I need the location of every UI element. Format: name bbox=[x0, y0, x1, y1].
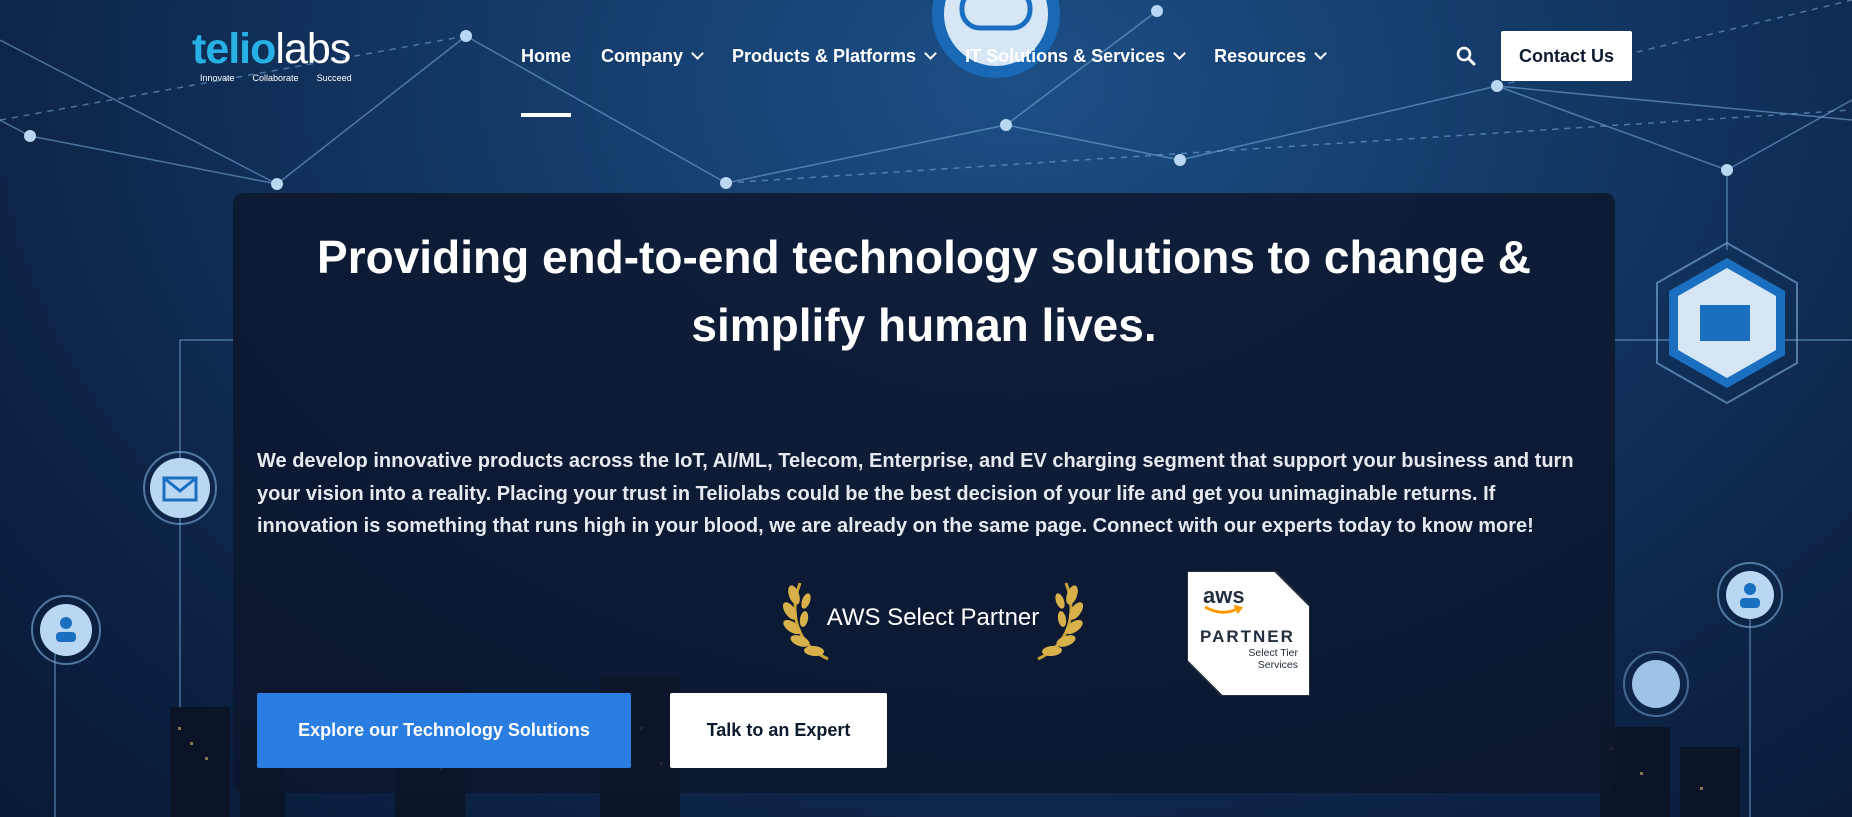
main-nav: Home Company Products & Platforms IT Sol… bbox=[521, 44, 1328, 117]
aws-tier-line2: Services bbox=[1257, 659, 1298, 671]
tagline-succeed: Succeed bbox=[316, 73, 352, 83]
aws-award-text: AWS Select Partner bbox=[826, 604, 1040, 631]
teliolabs-logo[interactable]: teliolabs Innovate Collaborate Succeed bbox=[192, 28, 382, 88]
aws-select-partner-award: AWS Select Partner bbox=[778, 573, 1088, 663]
aws-smile-icon bbox=[1204, 605, 1243, 614]
aws-tier-label: Select Tier Services bbox=[1248, 647, 1298, 671]
nav-company-label: Company bbox=[601, 45, 684, 66]
tagline-collaborate: Collaborate bbox=[252, 73, 299, 83]
hero-panel: Providing end-to-end technology solution… bbox=[233, 193, 1615, 793]
logo-tagline: Innovate Collaborate Succeed bbox=[200, 73, 382, 83]
contact-us-button[interactable]: Contact Us bbox=[1501, 31, 1632, 81]
laurel-right-icon bbox=[1037, 582, 1084, 661]
aws-tier-line1: Select Tier bbox=[1248, 647, 1298, 659]
nav-resources-label: Resources bbox=[1214, 45, 1307, 66]
nav-resources[interactable]: Resources bbox=[1214, 44, 1328, 68]
talk-to-expert-button[interactable]: Talk to an Expert bbox=[670, 693, 887, 768]
nav-company[interactable]: Company bbox=[601, 44, 704, 68]
laurel-left-icon bbox=[782, 582, 829, 661]
nav-products-platforms[interactable]: Products & Platforms bbox=[732, 44, 937, 68]
aws-partner-badge: aws PARTNER Select Tier Services bbox=[1187, 571, 1310, 696]
logo-part1: telio bbox=[192, 25, 276, 73]
nav-home-label: Home bbox=[521, 45, 572, 66]
hero-description: We develop innovative products across th… bbox=[257, 450, 1574, 537]
nav-home[interactable]: Home bbox=[521, 44, 572, 117]
hero-title: Providing end-to-end technology solution… bbox=[317, 231, 1531, 351]
explore-solutions-button[interactable]: Explore our Technology Solutions bbox=[257, 693, 631, 768]
nav-it-solutions[interactable]: IT Solutions & Services bbox=[965, 44, 1187, 68]
nav-it-solutions-label: IT Solutions & Services bbox=[965, 45, 1166, 66]
tagline-innovate: Innovate bbox=[200, 73, 235, 83]
logo-part2: labs bbox=[275, 25, 351, 73]
nav-products-label: Products & Platforms bbox=[732, 45, 917, 66]
search-icon[interactable] bbox=[1456, 46, 1476, 66]
chevron-down-icon bbox=[1173, 47, 1187, 60]
chevron-down-icon bbox=[1314, 47, 1328, 60]
aws-partner-label: PARTNER bbox=[1200, 627, 1295, 646]
chevron-down-icon bbox=[924, 47, 937, 60]
logo-wordmark: teliolabs bbox=[192, 28, 382, 71]
chevron-down-icon bbox=[691, 47, 704, 60]
